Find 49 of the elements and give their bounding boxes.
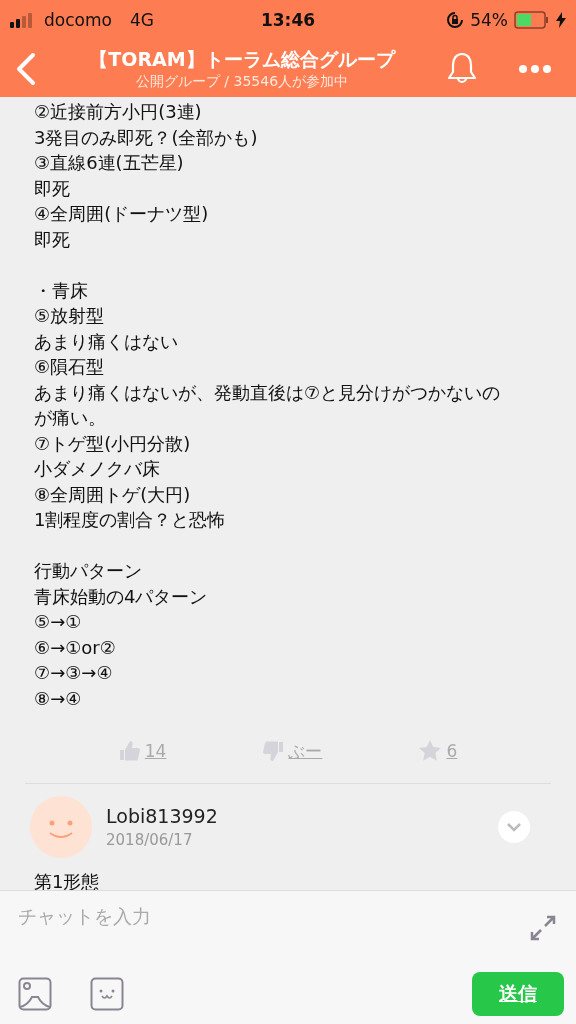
battery-percent: 54% — [470, 10, 508, 30]
expand-menu-button[interactable] — [498, 811, 530, 843]
chat-input[interactable]: チャットを入力 — [18, 903, 530, 929]
network-type: 4G — [129, 10, 154, 30]
thumbs-up-icon — [118, 740, 141, 762]
send-button[interactable]: 送信 — [472, 972, 564, 1016]
battery-icon — [514, 11, 550, 29]
expand-icon[interactable] — [530, 915, 556, 941]
post-line: ③直線6連(五芒星) — [34, 151, 185, 175]
charging-icon — [556, 12, 566, 28]
post-line: 1割程度の割合？と恐怖 — [34, 508, 227, 532]
clock: 13:46 — [260, 10, 316, 30]
post-line: ⑦トゲ型(小円分散) — [34, 431, 192, 456]
post-line: あまり痛くはないが、発動直後は⑦と見分けがつかないのが痛い。 — [34, 380, 502, 430]
post-line: ⑦→③→④ — [34, 661, 114, 685]
more-icon[interactable] — [518, 63, 552, 74]
image-icon[interactable] — [18, 977, 52, 1011]
post-line: ④全周囲(ドーナツ型) — [34, 202, 210, 226]
post-line: 即死 — [34, 176, 71, 201]
rotation-lock-icon — [446, 11, 465, 29]
star-icon — [418, 739, 443, 763]
post-line: 小ダメノクバ床 — [34, 457, 161, 481]
post-line: ・青床 — [34, 278, 89, 303]
post-line: 即死 — [34, 227, 71, 252]
avatar — [30, 796, 92, 858]
emoticon-icon[interactable] — [90, 977, 124, 1011]
post-line: ⑤放射型 — [34, 304, 106, 328]
thumbs-down-icon — [262, 740, 285, 762]
group-title: 【TORAM】トーラム総合グループ — [89, 46, 395, 72]
post-line: あまり痛くはない — [34, 329, 179, 354]
post-line: ⑥隕石型 — [34, 355, 106, 379]
post-date: 2018/06/17 — [106, 831, 194, 849]
post-line: ⑧全周囲トゲ(大円) — [34, 482, 192, 507]
star-reaction[interactable]: 6 — [418, 739, 458, 763]
boo-reaction[interactable]: ぶー — [262, 739, 323, 763]
post-line: ⑧→④ — [34, 686, 83, 711]
chevron-down-icon — [506, 822, 522, 832]
post-line: ⑤→① — [34, 610, 83, 634]
like-reaction[interactable]: 14 — [118, 739, 167, 763]
carrier-name: docomo — [44, 10, 112, 30]
back-icon[interactable] — [14, 51, 38, 86]
post-line: 3発目のみ即死？(全部かも) — [34, 125, 259, 150]
post-line: 青床始動の4パターン — [34, 584, 209, 609]
group-subtitle: 公開グループ / 35546人が参加中 — [135, 72, 349, 91]
post-line: ⑥→①or② — [34, 635, 117, 660]
user-name[interactable]: Lobi813992 — [106, 805, 484, 827]
post-line: 行動パターン — [34, 559, 143, 583]
comment-text: 第1形態 — [34, 871, 100, 890]
post-line: ②近接前方小円(3連) — [34, 100, 203, 124]
